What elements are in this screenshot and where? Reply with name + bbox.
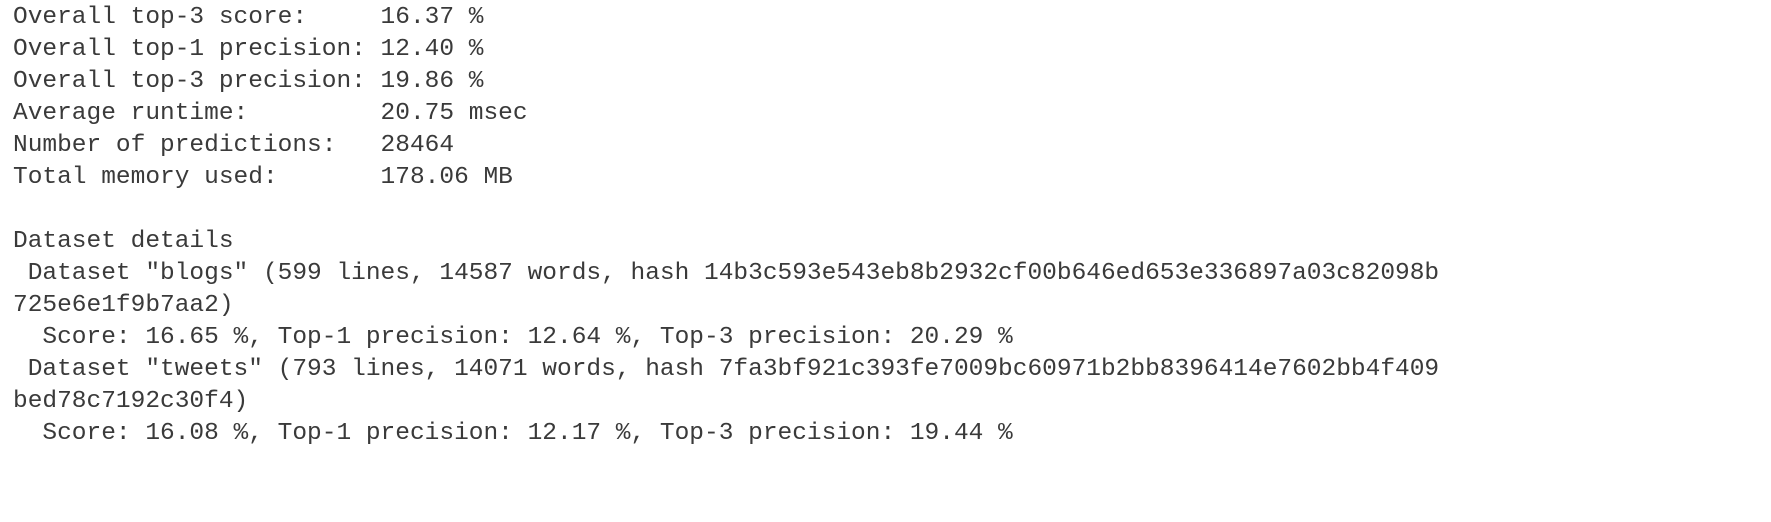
dataset-blogs-header: Dataset "blogs" (599 lines, 14587 words,… [13, 260, 1440, 287]
dataset-tweets-hash-continuation: bed78c7192c30f4) [13, 388, 249, 415]
average-runtime-line: Average runtime: 20.75 msec [13, 100, 528, 127]
overall-top1-precision-line: Overall top-1 precision: 12.40 % [13, 36, 484, 63]
overall-top3-score-line: Overall top-3 score: 16.37 % [13, 4, 484, 31]
overall-top3-precision-line: Overall top-3 precision: 19.86 % [13, 68, 484, 95]
total-memory-used-line: Total memory used: 178.06 MB [13, 164, 513, 191]
dataset-details-heading: Dataset details [13, 228, 234, 255]
dataset-tweets-header: Dataset "tweets" (793 lines, 14071 words… [13, 356, 1440, 383]
number-of-predictions-line: Number of predictions: 28464 [13, 132, 455, 159]
dataset-blogs-hash-continuation: 725e6e1f9b7aa2) [13, 292, 234, 319]
terminal-output: Overall top-3 score: 16.37 % Overall top… [0, 0, 1771, 522]
dataset-blogs-scores: Score: 16.65 %, Top-1 precision: 12.64 %… [13, 324, 1013, 351]
dataset-tweets-scores: Score: 16.08 %, Top-1 precision: 12.17 %… [13, 420, 1013, 447]
